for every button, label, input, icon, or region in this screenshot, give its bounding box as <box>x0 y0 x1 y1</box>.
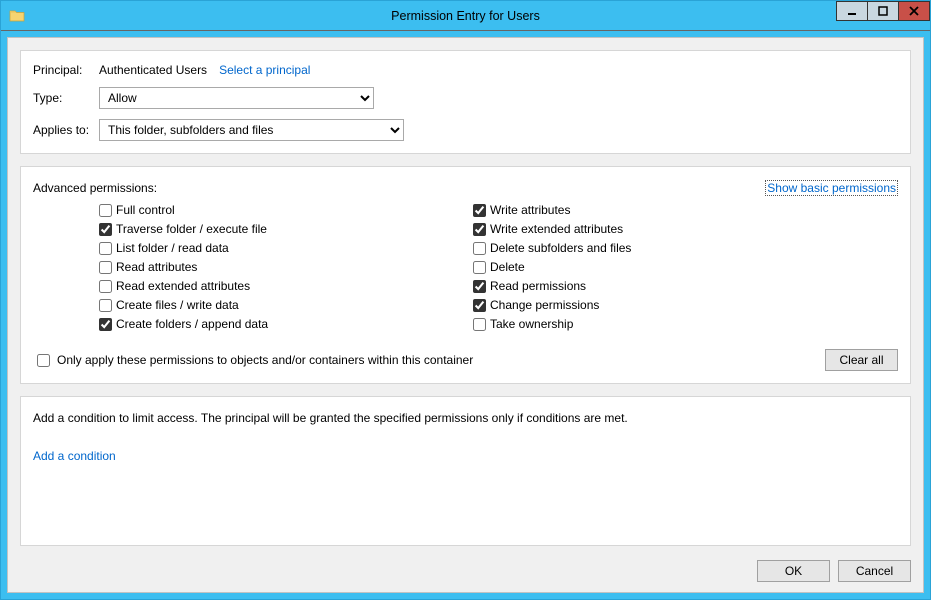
permission-label: Create folders / append data <box>116 317 268 331</box>
applies-to-label: Applies to: <box>33 123 99 137</box>
permission-traverse-folder-execute-file[interactable]: Traverse folder / execute file <box>99 222 473 236</box>
permission-label: Create files / write data <box>116 298 239 312</box>
window-content: Principal: Authenticated Users Select a … <box>1 31 930 599</box>
permission-full-control[interactable]: Full control <box>99 203 473 217</box>
permission-read-permissions[interactable]: Read permissions <box>473 279 631 293</box>
permissions-footer: Only apply these permissions to objects … <box>33 349 898 371</box>
permission-delete-subfolders-and-files[interactable]: Delete subfolders and files <box>473 241 631 255</box>
permission-label: Take ownership <box>490 317 573 331</box>
advanced-permissions-panel: Advanced permissions: Show basic permiss… <box>20 166 911 384</box>
clear-all-button[interactable]: Clear all <box>825 349 898 371</box>
only-apply-checkbox-input[interactable] <box>37 354 50 367</box>
principal-label: Principal: <box>33 63 99 77</box>
applies-to-row: Applies to: This folder, subfolders and … <box>33 119 898 141</box>
permission-checkbox-input[interactable] <box>99 299 112 312</box>
permission-checkbox-input[interactable] <box>473 204 486 217</box>
principal-row: Principal: Authenticated Users Select a … <box>33 63 898 77</box>
permission-create-folders-append-data[interactable]: Create folders / append data <box>99 317 473 331</box>
principal-value: Authenticated Users <box>99 63 207 77</box>
permission-checkbox-input[interactable] <box>473 318 486 331</box>
close-button[interactable] <box>898 1 930 21</box>
principal-panel: Principal: Authenticated Users Select a … <box>20 50 911 154</box>
permission-label: Read extended attributes <box>116 279 250 293</box>
permission-change-permissions[interactable]: Change permissions <box>473 298 631 312</box>
only-apply-label: Only apply these permissions to objects … <box>57 353 473 367</box>
permission-checkbox-input[interactable] <box>473 261 486 274</box>
only-apply-checkbox[interactable]: Only apply these permissions to objects … <box>33 351 473 370</box>
permission-checkbox-input[interactable] <box>473 242 486 255</box>
condition-text: Add a condition to limit access. The pri… <box>33 411 898 425</box>
applies-to-select[interactable]: This folder, subfolders and files <box>99 119 404 141</box>
permission-label: Delete subfolders and files <box>490 241 631 255</box>
permission-write-extended-attributes[interactable]: Write extended attributes <box>473 222 631 236</box>
permission-checkbox-input[interactable] <box>473 280 486 293</box>
cancel-button[interactable]: Cancel <box>838 560 911 582</box>
type-label: Type: <box>33 91 99 105</box>
permission-checkbox-input[interactable] <box>473 223 486 236</box>
dialog-buttons: OK Cancel <box>20 558 911 584</box>
permission-label: Change permissions <box>490 298 599 312</box>
permission-label: Read attributes <box>116 260 197 274</box>
permission-checkbox-input[interactable] <box>99 223 112 236</box>
permissions-columns: Full control Traverse folder / execute fi… <box>33 203 898 331</box>
window-buttons <box>837 1 930 21</box>
permission-read-attributes[interactable]: Read attributes <box>99 260 473 274</box>
permissions-column-left: Full control Traverse folder / execute fi… <box>99 203 473 331</box>
ok-button[interactable]: OK <box>757 560 830 582</box>
type-row: Type: Allow <box>33 87 898 109</box>
minimize-button[interactable] <box>836 1 868 21</box>
maximize-button[interactable] <box>867 1 899 21</box>
permission-read-extended-attributes[interactable]: Read extended attributes <box>99 279 473 293</box>
permission-checkbox-input[interactable] <box>99 204 112 217</box>
select-principal-link[interactable]: Select a principal <box>219 63 310 77</box>
permissions-column-right: Write attributes Write extended attribute… <box>473 203 631 331</box>
show-basic-permissions-link[interactable]: Show basic permissions <box>765 180 898 196</box>
permission-label: Write extended attributes <box>490 222 623 236</box>
permission-checkbox-input[interactable] <box>99 318 112 331</box>
type-select[interactable]: Allow <box>99 87 374 109</box>
advanced-permissions-title: Advanced permissions: <box>33 181 157 195</box>
permission-create-files-write-data[interactable]: Create files / write data <box>99 298 473 312</box>
permission-label: Full control <box>116 203 175 217</box>
permission-label: Write attributes <box>490 203 570 217</box>
permission-label: Traverse folder / execute file <box>116 222 267 236</box>
permission-checkbox-input[interactable] <box>99 261 112 274</box>
permission-label: Delete <box>490 260 525 274</box>
permission-entry-window: Permission Entry for Users Principal: Au… <box>0 0 931 600</box>
add-condition-link[interactable]: Add a condition <box>33 449 116 463</box>
folder-icon <box>9 8 25 24</box>
window-title: Permission Entry for Users <box>1 9 930 23</box>
permission-label: Read permissions <box>490 279 586 293</box>
permission-write-attributes[interactable]: Write attributes <box>473 203 631 217</box>
permission-label: List folder / read data <box>116 241 229 255</box>
condition-panel: Add a condition to limit access. The pri… <box>20 396 911 546</box>
permissions-header: Advanced permissions: Show basic permiss… <box>33 181 898 195</box>
permission-list-folder-read-data[interactable]: List folder / read data <box>99 241 473 255</box>
permission-checkbox-input[interactable] <box>99 242 112 255</box>
permission-checkbox-input[interactable] <box>473 299 486 312</box>
permission-checkbox-input[interactable] <box>99 280 112 293</box>
permission-delete[interactable]: Delete <box>473 260 631 274</box>
titlebar: Permission Entry for Users <box>1 1 930 31</box>
inner-content: Principal: Authenticated Users Select a … <box>7 37 924 593</box>
permission-take-ownership[interactable]: Take ownership <box>473 317 631 331</box>
